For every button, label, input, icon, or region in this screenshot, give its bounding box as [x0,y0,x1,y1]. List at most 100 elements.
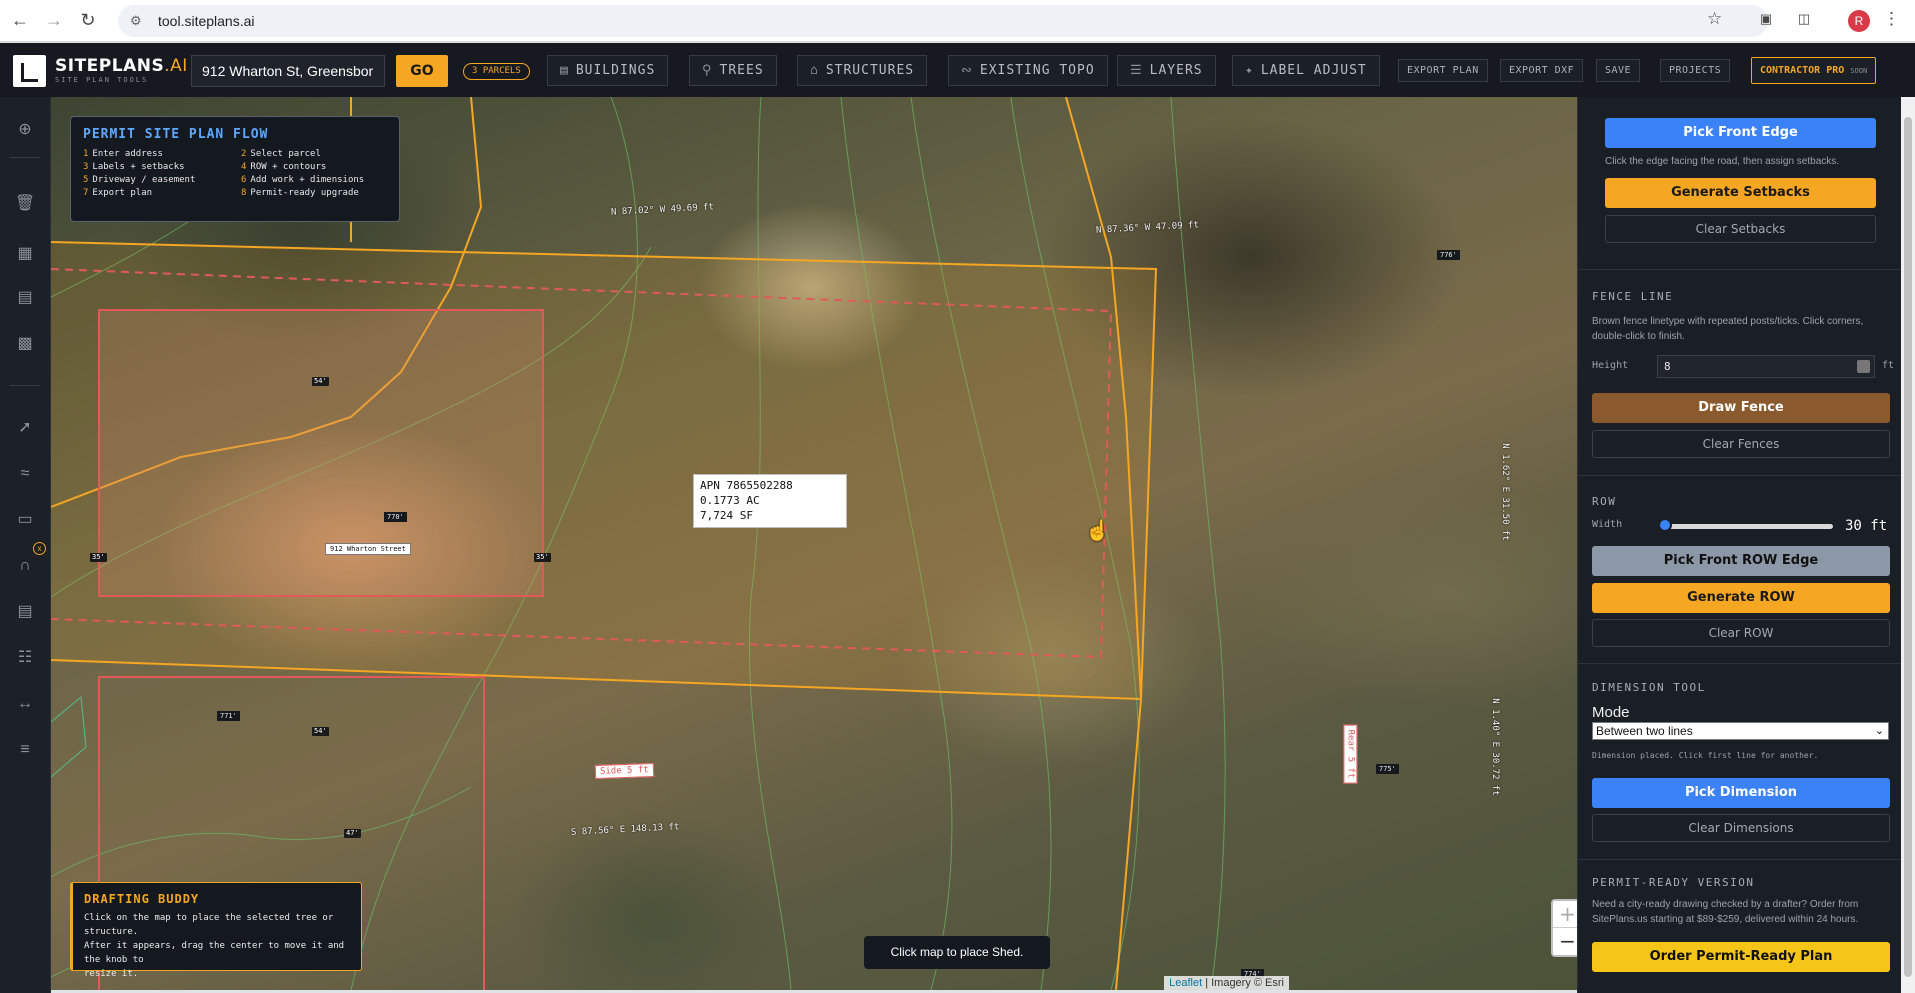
back-arrow-icon[interactable]: ← [6,7,34,35]
right-panel: Pick Front Edge Click the edge facing th… [1577,97,1901,993]
address-input[interactable]: 912 Wharton St, Greensbor [191,55,385,87]
flow-step: 5 Driveway / easement [83,175,196,185]
layers-button[interactable]: ☰ LAYERS [1117,55,1216,86]
profile-avatar[interactable]: R [1848,10,1870,32]
pick-front-edge-button[interactable]: Pick Front Edge [1605,118,1876,148]
zoom-out-button[interactable]: − [1553,928,1577,955]
contractor-pro-button[interactable]: CONTRACTOR PRO SOON [1751,57,1877,84]
close-small-icon[interactable]: x [33,542,46,555]
trash-icon[interactable]: 🗑 [14,193,36,215]
trees-button[interactable]: ⚲ TREES [689,55,777,86]
menu-lines-icon[interactable]: ≡ [14,739,36,761]
contour-icon[interactable]: ≈ [14,463,36,485]
grid-icon[interactable]: ▦ [14,243,36,265]
driveway-icon[interactable]: ▭ [14,509,36,531]
permit-note: Need a city-ready drawing checked by a d… [1592,899,1859,925]
draw-fence-button[interactable]: Draw Fence [1592,393,1890,423]
easement-icon[interactable]: ∩ [14,555,36,577]
projects-button[interactable]: PROJECTS [1660,59,1731,82]
zoom-in-button[interactable]: + [1553,901,1577,928]
row-width-slider[interactable] [1664,524,1833,529]
generate-row-button[interactable]: Generate ROW [1592,583,1890,613]
list-icon[interactable]: ▤ [14,287,36,309]
browser-menu-icon[interactable]: ⋮ [1883,9,1900,29]
order-permit-ready-plan-button[interactable]: Order Permit-Ready Plan [1592,942,1890,972]
spinner-icon[interactable] [1857,360,1870,373]
reload-icon[interactable]: ↻ [74,7,102,35]
pick-front-row-edge-button[interactable]: Pick Front ROW Edge [1592,546,1890,576]
browser-toolbar: ← → ↻ ⚙ tool.siteplans.ai ☆ ▣ ◫ R ⋮ [0,0,1915,42]
generate-setbacks-button[interactable]: Generate Setbacks [1605,178,1876,208]
image-icon[interactable]: ▩ [14,333,36,355]
side-setback-label: Side 5 ft [594,762,655,780]
dimension-label: 35' [90,553,107,562]
export-plan-button[interactable]: EXPORT PLAN [1398,59,1488,82]
scrollbar-thumb[interactable] [1904,117,1912,977]
dimension-mode-select[interactable]: Between two lines ⌄ [1592,722,1889,740]
existing-topo-button[interactable]: ∾ EXISTING TOPO [948,55,1108,86]
fence-icon[interactable]: ☷ [14,647,36,669]
street-label: 912 Wharton Street [325,543,411,555]
structures-button[interactable]: ⌂ STRUCTURES [797,55,928,86]
extension-icon[interactable]: ▣ [1757,11,1775,29]
flow-step: 6 Add work + dimensions [241,175,365,185]
site-info-icon[interactable]: ⚙ [130,13,148,29]
elevation-label: 770' [384,512,407,522]
fence-height-input[interactable]: 8 [1657,355,1875,378]
leaflet-link[interactable]: Leaflet [1169,977,1202,989]
flow-step: 4 ROW + contours [241,162,327,172]
permit-section-title: PERMIT-READY VERSION [1592,876,1755,889]
clear-row-button[interactable]: Clear ROW [1592,619,1890,647]
dimension-note: Dimension placed. Click first line for a… [1592,751,1819,760]
clear-dimensions-button[interactable]: Clear Dimensions [1592,814,1890,842]
pick-dimension-button[interactable]: Pick Dimension [1592,778,1890,808]
dimension-icon[interactable]: ↔ [14,693,36,715]
elevation-label: 771' [217,711,240,721]
draw-line-icon[interactable]: ➚ [14,417,36,439]
label-adjust-button[interactable]: ✦ LABEL ADJUST [1232,55,1380,86]
url-text[interactable]: tool.siteplans.ai [158,13,255,29]
app-header: SITEPLANS.AI SITE PLAN TOOLS 912 Wharton… [0,43,1915,97]
left-toolbar: ⊕ 🗑 ▦ ▤ ▩ ➚ x ≈ ▭ ∩ ▤ ☷ ↔ ≡ [0,97,51,993]
forward-arrow-icon[interactable]: → [40,7,68,35]
save-button[interactable]: SAVE [1596,59,1641,82]
panel-scrollbar[interactable] [1901,97,1915,993]
rear-setback-label: Rear 5 ft [1343,724,1358,784]
flow-step: 8 Permit-ready upgrade [241,188,359,198]
buddy-text: Click on the map to place the selected t… [84,913,345,979]
clear-setbacks-button[interactable]: Clear Setbacks [1605,215,1876,243]
dimension-section-title: DIMENSION TOOL [1592,681,1706,694]
bookmark-star-icon[interactable]: ☆ [1707,9,1722,29]
extensions-puzzle-icon[interactable]: ◫ [1795,11,1813,29]
apn-info-card: APN 7865502288 0.1773 AC 7,724 SF [693,474,847,528]
building-icon: ▤ [560,63,569,78]
address-bar[interactable]: ⚙ tool.siteplans.ai [118,5,1768,37]
topo-icon: ∾ [961,63,973,78]
map-canvas[interactable]: PERMIT SITE PLAN FLOW 1 Enter address 2 Se… [51,97,1577,990]
locate-icon[interactable]: ⊕ [14,119,36,141]
row-section-title: ROW [1592,495,1617,508]
status-toast: Click map to place Shed. [864,936,1050,969]
map-overlay [51,97,1226,990]
label-adjust-icon: ✦ [1245,63,1254,78]
flow-step: 2 Select parcel [241,149,321,159]
front-edge-note: Click the edge facing the road, then ass… [1605,156,1840,167]
hand-cursor-icon: ☝ [1085,520,1110,542]
fence-section-title: FENCE LINE [1592,290,1674,303]
logo-title: SITEPLANS.AI [55,56,188,76]
go-button[interactable]: GO [396,55,448,87]
panel-icon[interactable]: ▤ [14,601,36,623]
layers-icon: ☰ [1130,63,1143,78]
chevron-down-icon: ⌄ [1874,725,1884,737]
parcel-count-badge: 3 PARCELS [463,63,530,80]
clear-fences-button[interactable]: Clear Fences [1592,430,1890,458]
logo-subtitle: SITE PLAN TOOLS [55,76,149,84]
structure-icon: ⌂ [810,63,819,78]
map-attribution: Leaflet | Imagery © Esri [1164,976,1289,990]
elevation-label: 775' [1376,764,1399,774]
slider-knob[interactable] [1658,518,1672,532]
flow-title: PERMIT SITE PLAN FLOW [83,127,269,142]
buildings-button[interactable]: ▤ BUILDINGS [547,55,669,86]
permit-flow-card: PERMIT SITE PLAN FLOW 1 Enter address 2 Se… [70,116,400,222]
export-dxf-button[interactable]: EXPORT DXF [1500,59,1584,82]
